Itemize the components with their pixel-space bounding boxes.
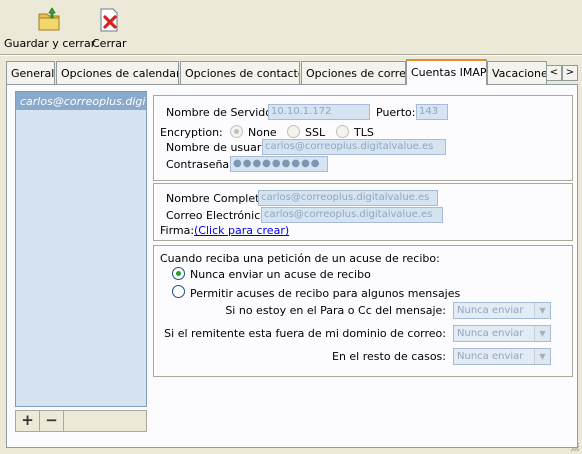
port-input[interactable]: 143 <box>416 104 448 120</box>
tab-mail-options[interactable]: Opciones de correo <box>301 61 406 84</box>
tab-contact-options[interactable]: Opciones de contactos <box>180 61 300 84</box>
tab-vacation[interactable]: Vacaciones <box>487 61 547 84</box>
allow-receipts-radio[interactable] <box>172 285 185 298</box>
tab-bar: General Opciones de calendario Opciones … <box>6 59 578 85</box>
encryption-tls-label: TLS <box>354 126 374 139</box>
save-close-label: Guardar y cerrar <box>4 37 96 50</box>
chevron-down-icon: ▼ <box>534 349 550 364</box>
fullname-label: Nombre Completo: <box>166 192 270 205</box>
signature-label: Firma: <box>160 224 195 237</box>
rule-not-recipient-select[interactable]: Nunca enviar ▼ <box>453 302 551 319</box>
read-receipts-group: Cuando reciba una petición de un acuse d… <box>153 245 573 377</box>
save-folder-icon <box>36 6 64 34</box>
chevron-down-icon: ▼ <box>534 303 550 318</box>
tab-general[interactable]: General <box>6 61 55 84</box>
tab-calendar-options[interactable]: Opciones de calendario <box>56 61 179 84</box>
add-account-button[interactable]: + <box>16 411 40 431</box>
email-label: Correo Electrónico: <box>166 209 271 222</box>
rule-not-recipient-value: Nunca enviar <box>457 305 524 316</box>
tab-scroll-right-button[interactable]: > <box>562 65 578 81</box>
remove-account-button[interactable]: − <box>40 411 64 431</box>
port-label: Puerto: <box>376 106 416 119</box>
tab-scroll-nav: < > <box>546 65 578 81</box>
server-label: Nombre de Servidor: <box>166 106 281 119</box>
encryption-none-label: None <box>248 126 277 139</box>
password-input[interactable]: ●●●●●●●●● <box>230 156 328 172</box>
email-input[interactable]: carlos@correoplus.digitalvalue.es <box>261 207 443 223</box>
rule-other-cases-label: En el resto de casos: <box>332 350 446 363</box>
encryption-ssl-radio[interactable] <box>287 125 300 138</box>
never-send-receipt-radio[interactable] <box>172 267 185 280</box>
tab-imap-accounts[interactable]: Cuentas IMAP <box>406 59 487 85</box>
encryption-label: Encryption: <box>160 126 223 139</box>
account-list-toolbar: + − <box>15 410 147 432</box>
encryption-ssl-label: SSL <box>305 126 326 139</box>
account-list[interactable]: carlos@correoplus.digitalvalue.es <box>15 91 147 407</box>
rule-other-cases-value: Nunca enviar <box>457 351 524 362</box>
server-input[interactable]: 10.10.1.172 <box>268 104 370 120</box>
account-list-item[interactable]: carlos@correoplus.digitalvalue.es <box>16 92 146 110</box>
close-document-icon <box>95 6 123 34</box>
chevron-down-icon: ▼ <box>534 326 550 341</box>
encryption-tls-radio[interactable] <box>336 125 349 138</box>
create-signature-link[interactable]: (Click para crear) <box>194 224 289 237</box>
rule-outside-domain-select[interactable]: Nunca enviar ▼ <box>453 325 551 342</box>
close-label: Cerrar <box>92 37 127 50</box>
tab-scroll-left-button[interactable]: < <box>546 65 562 81</box>
save-close-button[interactable]: Guardar y cerrar <box>4 6 95 50</box>
rule-other-cases-select[interactable]: Nunca enviar ▼ <box>453 348 551 365</box>
rule-outside-domain-label: Si el remitente esta fuera de mi dominio… <box>164 327 446 340</box>
toolbar: Guardar y cerrar Cerrar <box>0 0 582 56</box>
username-label: Nombre de usuario: <box>166 141 275 154</box>
rule-outside-domain-value: Nunca enviar <box>457 328 524 339</box>
fullname-input[interactable]: carlos@correoplus.digitalvalue.es <box>258 190 438 206</box>
close-button[interactable]: Cerrar <box>92 6 127 50</box>
encryption-none-radio[interactable] <box>230 125 243 138</box>
allow-receipts-label: Permitir acuses de recibo para algunos m… <box>190 287 461 300</box>
username-input[interactable]: carlos@correoplus.digitalvalue.es <box>262 139 446 155</box>
password-label: Contraseña: <box>166 158 233 171</box>
never-send-receipt-label: Nunca enviar un acuse de recibo <box>190 268 371 281</box>
server-settings-group: Nombre de Servidor: 10.10.1.172 Puerto: … <box>153 95 573 181</box>
toolbar-divider <box>0 54 582 56</box>
receipts-intro: Cuando reciba una petición de un acuse d… <box>160 252 440 265</box>
identity-group: Nombre Completo: carlos@correoplus.digit… <box>153 183 573 241</box>
imap-accounts-panel: carlos@correoplus.digitalvalue.es + − No… <box>6 84 578 448</box>
rule-not-recipient-label: Si no estoy en el Para o Cc del mensaje: <box>225 304 446 317</box>
